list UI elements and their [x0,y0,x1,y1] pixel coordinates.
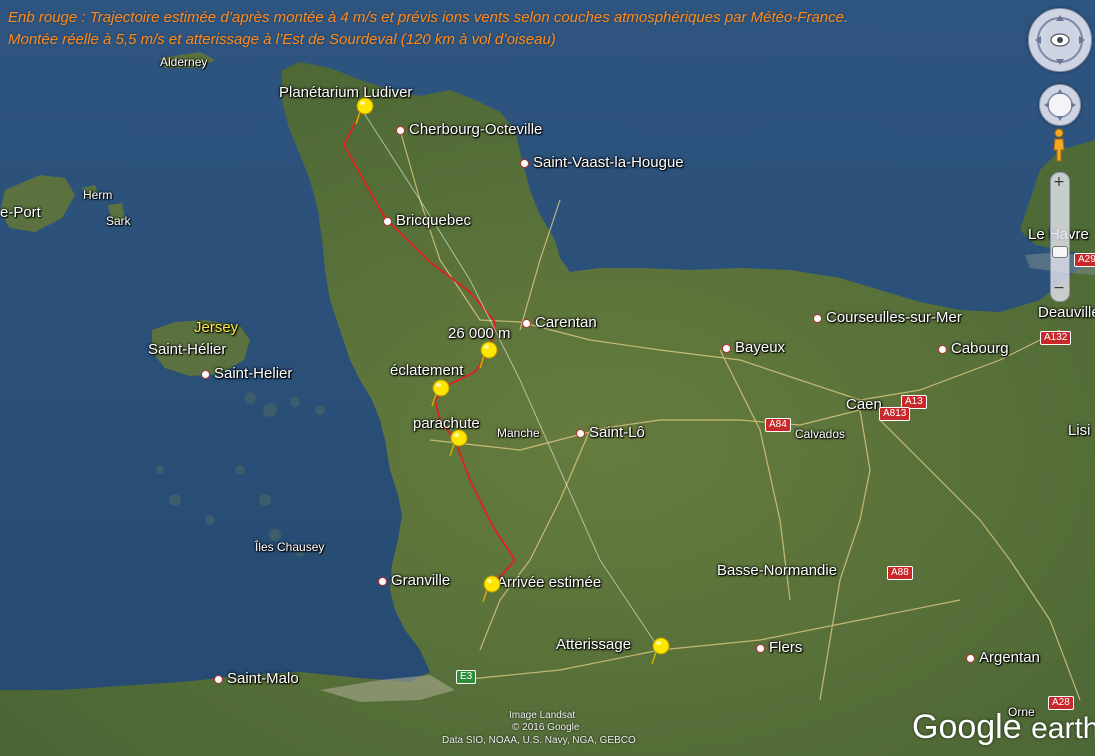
place-port[interactable]: e-Port [0,204,41,221]
logo-google-text: Google [912,708,1022,746]
place-dot [378,576,387,586]
marker-label-arrival[interactable]: Arrivée estimée [497,574,601,591]
place-sark[interactable]: Sark [106,214,131,228]
marker-label-burst[interactable]: éclatement [390,362,463,379]
zoom-in-icon[interactable]: + [1051,174,1067,190]
marker-label-landing[interactable]: Atterissage [556,636,631,653]
pushpin-icon[interactable] [478,340,500,370]
place-caen[interactable]: Caen [846,396,882,413]
road-a84: A84 [765,418,791,432]
place-saint-malo[interactable]: Saint-Malo [214,670,299,687]
place-saint-helier-fr[interactable]: Saint-Hélier [148,341,226,358]
eye-icon [1035,15,1085,65]
place-chausey[interactable]: Îles Chausey [255,540,324,554]
road-a88: A88 [887,566,913,580]
place-saint-lo[interactable]: Saint-Lô [576,424,645,441]
place-jersey[interactable]: Jersey [194,319,238,336]
zoom-out-icon[interactable]: − [1051,280,1067,296]
place-lisieux[interactable]: Lisi [1068,422,1091,439]
place-saint-vaast[interactable]: Saint-Vaast-la-Hougue [520,154,684,171]
place-dot [396,125,405,135]
pegman-icon[interactable] [1052,128,1066,162]
place-dot [201,369,210,379]
road-e3: E3 [456,670,477,684]
place-label: Granville [391,572,451,589]
place-dot [966,653,975,663]
region-manche: Manche [497,426,540,440]
place-dot [813,313,822,323]
credit-data: Data SIO, NOAA, U.S. Navy, NGA, GEBCO [442,735,636,746]
place-label: Cabourg [951,340,1009,357]
zoom-slider-handle[interactable] [1052,246,1068,258]
hand-icon [1044,89,1076,121]
credit-copyright: © 2016 Google [512,722,580,733]
pushpin-icon[interactable] [481,574,503,604]
marker-label-ludiver[interactable]: Planétarium Ludiver [279,84,412,101]
road-a29: A29 [1074,253,1095,267]
place-label: Courseulles-sur-Mer [826,309,962,326]
move-control[interactable] [1039,84,1081,126]
place-dot [756,643,765,653]
caption-line-1: Enb rouge : Trajectoire estimée d’après … [8,9,849,26]
place-label: Saint-Helier [214,365,293,382]
credit-image: Image Landsat [509,710,576,721]
place-alderney[interactable]: Alderney [160,55,207,69]
region-calvados: Calvados [795,427,846,441]
place-dot [383,216,392,226]
place-label: Bricquebec [396,212,472,229]
place-label: Carentan [535,314,597,331]
place-label: Saint-Lô [589,424,645,441]
place-label: Flers [769,639,803,656]
place-label: Argentan [979,649,1040,666]
place-argentan[interactable]: Argentan [966,649,1040,666]
pushpin-icon[interactable] [448,428,470,458]
pushpin-icon[interactable] [354,96,376,126]
place-dot [938,344,947,354]
place-herm[interactable]: Herm [83,188,112,202]
place-cherbourg[interactable]: Cherbourg-Octeville [396,121,542,138]
road-a813: A813 [879,407,911,421]
satellite-map[interactable] [0,0,1095,756]
place-dot [522,318,531,328]
look-control[interactable] [1028,8,1092,72]
logo-earth-text: earth [1031,712,1095,745]
place-label: Bayeux [735,339,786,356]
place-dot [214,674,223,684]
google-earth-logo: Google earth [912,708,1095,747]
place-cabourg[interactable]: Cabourg [938,340,1009,357]
caption-line-2: Montée réelle à 5,5 m/s et atterissage à… [8,31,556,48]
place-dot [576,428,585,438]
place-dot [520,158,529,168]
place-label: Cherbourg-Octeville [409,121,543,138]
place-saint-helier[interactable]: Saint-Helier [201,365,292,382]
place-bricquebec[interactable]: Bricquebec [383,212,471,229]
place-dot [722,343,731,353]
place-granville[interactable]: Granville [378,572,450,589]
place-courseulles[interactable]: Courseulles-sur-Mer [813,309,962,326]
place-label: Saint-Malo [227,670,299,687]
place-label: Saint-Vaast-la-Hougue [533,154,684,171]
pushpin-icon[interactable] [430,378,452,408]
place-carentan[interactable]: Carentan [522,314,597,331]
place-deauville[interactable]: Deauville [1038,304,1095,321]
region-basse-normandie: Basse-Normandie [717,562,838,579]
place-flers[interactable]: Flers [756,639,802,656]
road-a132: A132 [1040,331,1072,345]
place-bayeux[interactable]: Bayeux [722,339,785,356]
pushpin-icon[interactable] [650,636,672,666]
